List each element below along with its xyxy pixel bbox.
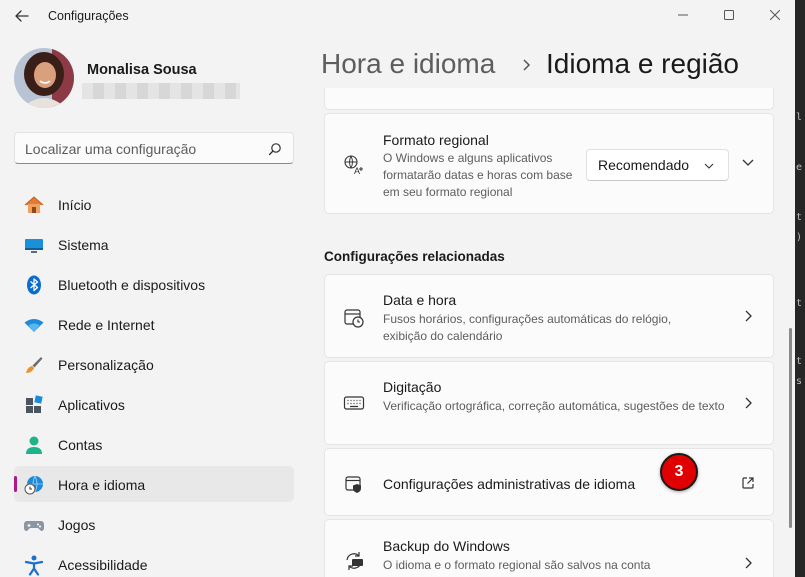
related-item-description: Fusos horários, configurações automática… bbox=[383, 312, 672, 343]
apps-icon bbox=[23, 394, 45, 416]
back-arrow-icon bbox=[15, 10, 29, 22]
title-bar: Configurações bbox=[0, 0, 795, 34]
sidebar-item-label: Sistema bbox=[58, 237, 109, 253]
minimize-icon bbox=[678, 14, 688, 16]
admin-language-settings-link[interactable]: Configurações administrativas de idioma bbox=[324, 448, 774, 516]
search-input[interactable] bbox=[25, 139, 263, 159]
page-title: Idioma e região bbox=[546, 48, 740, 79]
related-item-description: Verificação ortográfica, correção automá… bbox=[383, 399, 725, 413]
regional-format-description: O Windows e alguns aplicativos formatarã… bbox=[383, 151, 573, 199]
sidebar-item-inicio[interactable]: Início bbox=[14, 186, 294, 222]
user-photo bbox=[14, 48, 74, 108]
sidebar-item-jogos[interactable]: Jogos bbox=[14, 506, 294, 542]
external-link-icon bbox=[742, 477, 754, 489]
minimize-button[interactable] bbox=[660, 0, 706, 30]
sidebar-item-hora-idioma[interactable]: Hora e idioma bbox=[14, 466, 294, 502]
back-button[interactable] bbox=[8, 4, 36, 28]
chevron-right-icon bbox=[745, 557, 752, 569]
accessibility-icon bbox=[23, 554, 45, 576]
chevron-right-icon bbox=[745, 397, 752, 409]
regional-format-dropdown[interactable]: Recomendado bbox=[586, 149, 729, 181]
typing-link[interactable]: Digitação Verificação ortográfica, corre… bbox=[324, 361, 774, 445]
regional-format-title: Formato regional bbox=[383, 132, 489, 148]
sidebar-item-label: Início bbox=[58, 197, 92, 213]
avatar[interactable] bbox=[14, 48, 74, 108]
brush-icon bbox=[23, 354, 45, 376]
monitor-icon bbox=[23, 234, 45, 256]
regional-format-card: A Formato regional O Windows e alguns ap… bbox=[324, 113, 774, 214]
sidebar-item-label: Aplicativos bbox=[58, 397, 125, 413]
related-item-title: Data e hora bbox=[383, 292, 457, 308]
sidebar-item-contas[interactable]: Contas bbox=[14, 426, 294, 462]
related-item-title: Digitação bbox=[383, 379, 442, 395]
sidebar-item-rede[interactable]: Rede e Internet bbox=[14, 306, 294, 342]
sidebar-item-label: Acessibilidade bbox=[58, 557, 148, 573]
maximize-icon bbox=[724, 10, 734, 20]
section-heading: Configurações relacionadas bbox=[324, 249, 505, 264]
sidebar-item-label: Personalização bbox=[58, 357, 154, 373]
related-item-description: O idioma e o formato regional são salvos… bbox=[383, 558, 651, 572]
app-title: Configurações bbox=[48, 9, 129, 23]
dropdown-selected-value: Recomendado bbox=[598, 157, 690, 173]
sidebar-nav: Início Sistema Bluetooth e dispositivos … bbox=[14, 186, 294, 577]
sidebar-item-label: Rede e Internet bbox=[58, 317, 155, 333]
wifi-icon bbox=[23, 314, 45, 336]
clock-globe-icon bbox=[23, 474, 45, 496]
regional-format-icon: A bbox=[343, 154, 365, 176]
scrollbar[interactable] bbox=[789, 328, 792, 528]
annotation-badge: 3 bbox=[660, 453, 698, 491]
close-icon bbox=[770, 10, 780, 20]
user-email-redacted bbox=[82, 83, 240, 99]
sidebar-item-bluetooth[interactable]: Bluetooth e dispositivos bbox=[14, 266, 294, 302]
person-icon bbox=[23, 434, 45, 456]
date-time-link[interactable]: Data e hora Fusos horários, configuraçõe… bbox=[324, 274, 774, 358]
selection-indicator bbox=[14, 476, 17, 492]
search-box[interactable] bbox=[14, 132, 294, 164]
sidebar-item-acessibilidade[interactable]: Acessibilidade bbox=[14, 546, 294, 577]
sidebar-item-personalizacao[interactable]: Personalização bbox=[14, 346, 294, 382]
sidebar-item-sistema[interactable]: Sistema bbox=[14, 226, 294, 262]
calendar-clock-icon bbox=[343, 307, 365, 329]
sidebar-item-label: Contas bbox=[58, 437, 103, 453]
chevron-right-icon bbox=[745, 310, 752, 322]
sidebar-item-label: Jogos bbox=[58, 517, 96, 533]
sidebar-item-label: Bluetooth e dispositivos bbox=[58, 277, 206, 293]
breadcrumb-parent[interactable]: Hora e idioma bbox=[321, 48, 495, 80]
home-icon bbox=[23, 194, 45, 216]
sidebar-item-aplicativos[interactable]: Aplicativos bbox=[14, 386, 294, 422]
shield-icon bbox=[343, 473, 365, 495]
user-name: Monalisa Sousa bbox=[87, 62, 197, 78]
keyboard-icon bbox=[343, 392, 365, 414]
chevron-right-icon bbox=[523, 59, 531, 71]
related-item-title: Configurações administrativas de idioma bbox=[383, 476, 636, 492]
svg-text:A: A bbox=[354, 166, 360, 176]
maximize-button[interactable] bbox=[706, 0, 752, 30]
sidebar-item-label: Hora e idioma bbox=[58, 477, 146, 493]
expand-chevron-icon[interactable] bbox=[741, 157, 755, 169]
bluetooth-icon bbox=[23, 274, 45, 296]
close-button[interactable] bbox=[752, 0, 798, 30]
card-partial-top bbox=[324, 88, 774, 110]
backup-sync-icon bbox=[343, 550, 365, 572]
chevron-down-icon bbox=[704, 163, 714, 169]
gamepad-icon bbox=[23, 514, 45, 536]
background-window-strip: l e t ) t t s bbox=[795, 0, 805, 577]
related-item-title: Backup do Windows bbox=[383, 538, 510, 554]
windows-backup-link[interactable]: Backup do Windows O idioma e o formato r… bbox=[324, 519, 774, 577]
search-icon[interactable] bbox=[268, 142, 282, 156]
